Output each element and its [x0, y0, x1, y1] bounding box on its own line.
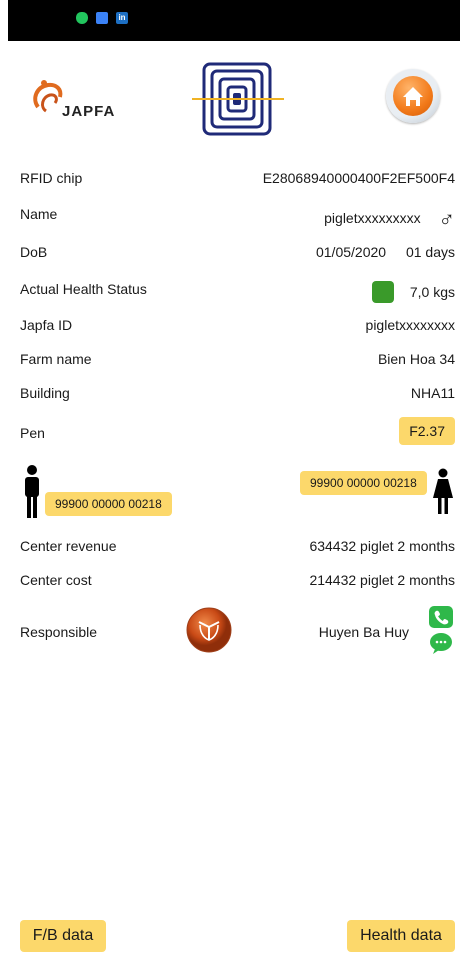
pen-value-button[interactable]: F2.37	[399, 417, 455, 445]
female-parent-id-button[interactable]: 99900 00000 00218	[300, 471, 427, 495]
japfa-id-label: Japfa ID	[20, 317, 73, 333]
health-value-group: 7,0 kgs	[371, 281, 455, 303]
health-label: Actual Health Status	[20, 281, 147, 297]
phone-call-icon[interactable]	[429, 606, 453, 628]
responsible-row: Responsible Huyen Ba Huy	[20, 620, 455, 644]
dob-label: DoB	[20, 244, 48, 260]
fb-data-button[interactable]: F/B data	[20, 920, 106, 952]
pen-row: Pen F2.37	[20, 417, 455, 445]
health-row: Actual Health Status 7,0 kgs	[20, 277, 455, 303]
japfa-id-value: pigletxxxxxxxx	[365, 317, 455, 333]
farm-value: Bien Hoa 34	[377, 351, 455, 367]
building-value: NHA11	[410, 385, 455, 401]
header: JAPFA	[0, 55, 460, 140]
shield-icon	[76, 12, 88, 24]
message-icon	[96, 12, 108, 24]
chat-message-icon[interactable]	[429, 632, 453, 654]
rfid-row: RFID chip E28068940000400F2EF500F4	[20, 166, 455, 190]
dob-value-group: 01/05/2020 01 days	[316, 244, 455, 260]
japfa-logo: JAPFA	[30, 77, 130, 127]
female-person-icon	[433, 468, 453, 514]
name-value-group: pigletxxxxxxxxx ♂	[324, 206, 455, 232]
responsible-avatar-icon[interactable]	[186, 607, 232, 653]
home-button[interactable]	[386, 69, 440, 123]
male-person-icon	[25, 465, 39, 518]
name-label: Name	[20, 206, 58, 222]
dob-value: 01/05/2020	[315, 244, 387, 260]
male-symbol-icon: ♂	[438, 206, 456, 231]
revenue-label: Center revenue	[20, 538, 117, 554]
name-value: pigletxxxxxxxxx	[324, 210, 421, 226]
health-status-indicator	[371, 281, 394, 303]
weight-value: 7,0 kgs	[409, 284, 455, 300]
dob-row: DoB 01/05/2020 01 days	[20, 240, 455, 264]
pen-label: Pen	[20, 425, 45, 441]
japfa-id-row: Japfa ID pigletxxxxxxxx	[20, 313, 455, 337]
cost-label: Center cost	[20, 572, 92, 588]
rfid-value: E28068940000400F2EF500F4	[262, 170, 455, 186]
revenue-row: Center revenue 634432 piglet 2 months	[20, 534, 455, 558]
name-row: Name pigletxxxxxxxxx ♂	[20, 202, 455, 231]
farm-row: Farm name Bien Hoa 34	[20, 347, 455, 371]
rfid-label: RFID chip	[20, 170, 83, 186]
responsible-name: Huyen Ba Huy	[318, 624, 409, 640]
age-value: 01 days	[405, 244, 455, 260]
male-parent-id-button[interactable]: 99900 00000 00218	[45, 492, 172, 516]
building-row: Building NHA11	[20, 381, 455, 405]
cost-value: 214432 piglet 2 months	[309, 572, 455, 588]
revenue-value: 634432 piglet 2 months	[309, 538, 455, 554]
cost-row: Center cost 214432 piglet 2 months	[20, 568, 455, 592]
responsible-label: Responsible	[20, 624, 98, 640]
home-icon	[393, 76, 433, 116]
rfid-logo-icon	[192, 62, 284, 136]
farm-label: Farm name	[20, 351, 92, 367]
linkedin-icon: in	[116, 12, 128, 24]
building-label: Building	[20, 385, 70, 401]
status-bar: in	[8, 0, 460, 41]
japfa-logo-text: JAPFA	[62, 103, 116, 120]
health-data-button[interactable]: Health data	[347, 920, 455, 952]
